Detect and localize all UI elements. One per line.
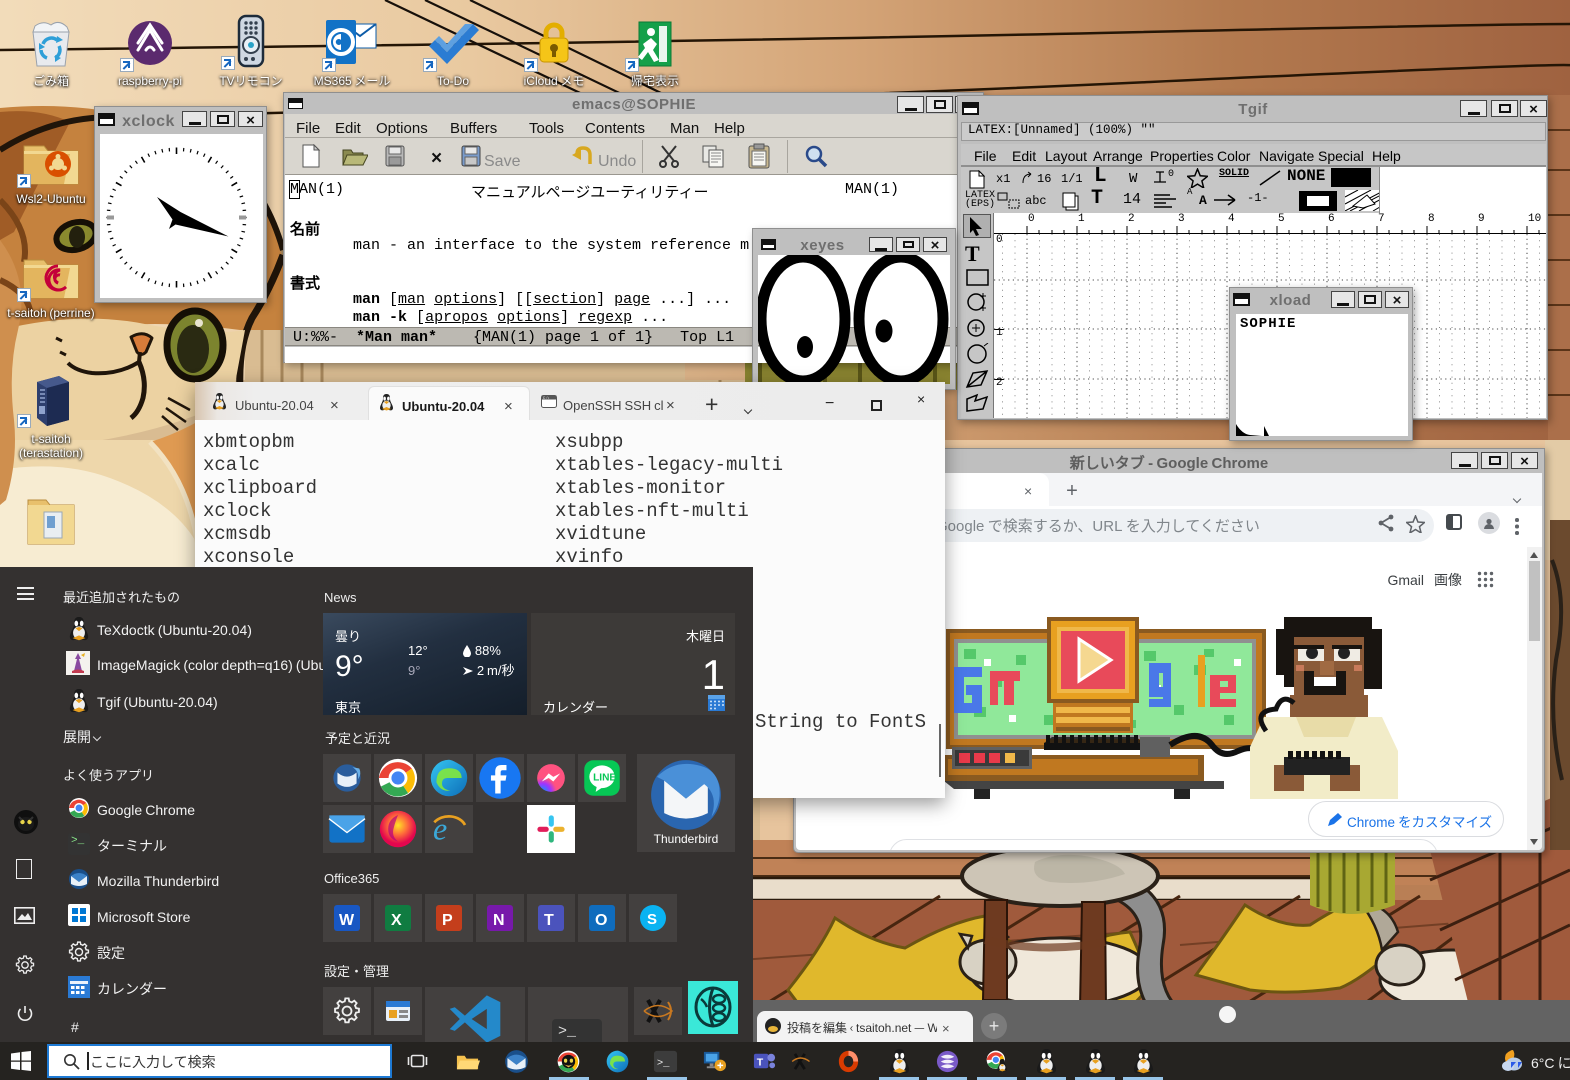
svg-text:T: T xyxy=(544,912,554,929)
svg-text:C:\: C:\ xyxy=(543,396,549,401)
svg-text:P: P xyxy=(442,912,453,929)
svg-text:N: N xyxy=(493,912,505,929)
svg-text:S: S xyxy=(647,911,657,928)
svg-text:>_: >_ xyxy=(657,1057,670,1069)
svg-text:T: T xyxy=(757,1056,764,1068)
svg-text:W: W xyxy=(339,912,355,929)
svg-text:O: O xyxy=(595,912,607,929)
svg-text:LINE: LINE xyxy=(593,773,616,784)
svg-text:X: X xyxy=(391,912,402,929)
